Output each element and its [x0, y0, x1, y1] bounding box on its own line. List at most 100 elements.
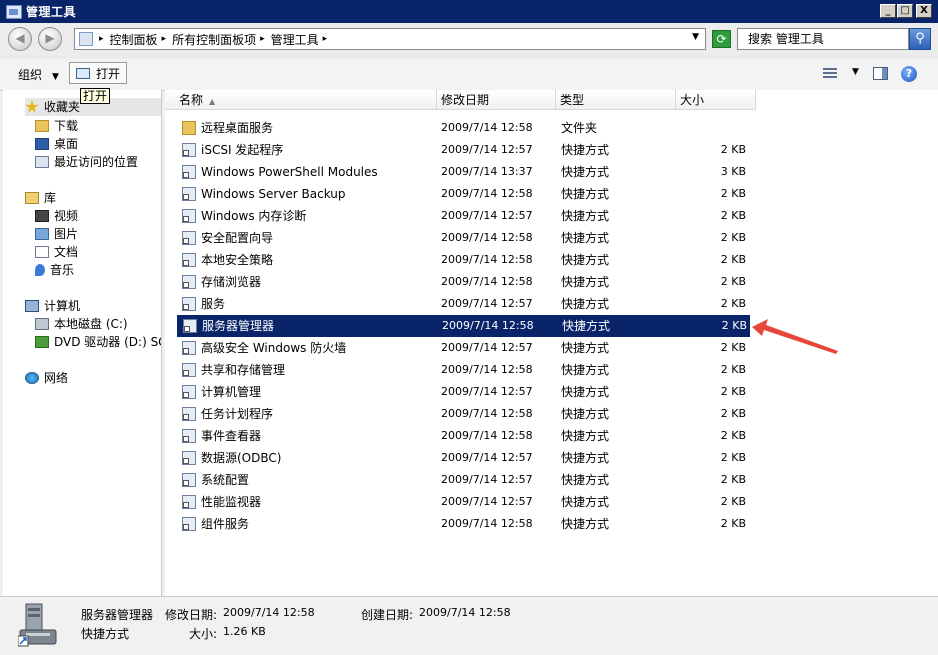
details-modified-label: 修改日期: — [165, 608, 218, 622]
chevron-down-icon[interactable]: ▼ — [852, 67, 859, 77]
file-date: 2009/7/14 12:57 — [441, 451, 533, 464]
file-size: 3 KB — [720, 165, 746, 178]
file-row[interactable]: 性能监视器 2009/7/14 12:57 快捷方式 2 KB — [176, 491, 936, 513]
minimize-button[interactable]: _ — [880, 4, 896, 18]
folder-icon — [182, 121, 196, 135]
nav-libraries[interactable]: 库 — [25, 189, 56, 207]
file-date: 2009/7/14 12:58 — [441, 187, 533, 200]
file-row[interactable]: iSCSI 发起程序 2009/7/14 12:57 快捷方式 2 KB — [176, 139, 936, 161]
details-pane: 服务器管理器 修改日期: 2009/7/14 12:58 创建日期: 2009/… — [0, 596, 938, 655]
close-button[interactable]: X — [916, 4, 932, 18]
file-name: 远程桌面服务 — [201, 121, 274, 135]
file-type: 快捷方式 — [561, 495, 610, 509]
shortcut-icon — [183, 319, 197, 333]
chevron-right-icon[interactable]: ▸ — [99, 34, 104, 44]
file-date: 2009/7/14 12:58 — [441, 363, 533, 376]
breadcrumb-control-panel[interactable]: 控制面板 — [110, 31, 158, 48]
file-name: 共享和存储管理 — [201, 363, 286, 377]
nav-network[interactable]: 网络 — [25, 369, 68, 387]
file-date: 2009/7/14 12:58 — [441, 429, 533, 442]
file-row[interactable]: 系统配置 2009/7/14 12:57 快捷方式 2 KB — [176, 469, 936, 491]
window-icon — [76, 67, 90, 79]
open-button[interactable]: 打开 — [69, 62, 127, 84]
file-size: 2 KB — [720, 187, 746, 200]
star-icon — [25, 100, 39, 113]
file-date: 2009/7/14 12:58 — [441, 517, 533, 530]
help-icon[interactable]: ? — [901, 66, 917, 82]
back-button[interactable]: ◀ — [8, 27, 32, 51]
file-name: 数据源(ODBC) — [201, 451, 282, 465]
document-icon — [35, 246, 49, 258]
preview-pane-icon[interactable] — [873, 67, 888, 80]
chevron-right-icon[interactable]: ▸ — [260, 34, 265, 44]
file-row[interactable]: 安全配置向导 2009/7/14 12:58 快捷方式 2 KB — [176, 227, 936, 249]
file-size: 2 KB — [720, 275, 746, 288]
nav-recent-places[interactable]: 最近访问的位置 — [35, 153, 138, 171]
details-size-label: 大小: — [189, 627, 218, 641]
forward-button[interactable]: ▶ — [38, 27, 62, 51]
file-row[interactable]: 事件查看器 2009/7/14 12:58 快捷方式 2 KB — [176, 425, 936, 447]
shortcut-icon — [182, 231, 196, 245]
file-row[interactable]: 共享和存储管理 2009/7/14 12:58 快捷方式 2 KB — [176, 359, 936, 381]
nav-pictures[interactable]: 图片 — [35, 225, 78, 243]
file-date: 2009/7/14 12:58 — [441, 407, 533, 420]
nav-music[interactable]: 音乐 — [35, 261, 74, 279]
file-row[interactable]: 组件服务 2009/7/14 12:58 快捷方式 2 KB — [176, 513, 936, 535]
file-row[interactable]: Windows PowerShell Modules 2009/7/14 13:3… — [176, 161, 936, 183]
file-row[interactable]: Windows Server Backup 2009/7/14 12:58 快捷方式… — [176, 183, 936, 205]
file-date: 2009/7/14 12:58 — [441, 253, 533, 266]
shortcut-icon — [182, 429, 196, 443]
view-options-icon[interactable] — [823, 68, 837, 80]
chevron-right-icon[interactable]: ▸ — [323, 34, 328, 44]
file-name: 服务器管理器 — [202, 319, 275, 333]
file-type: 文件夹 — [561, 121, 598, 135]
file-row[interactable]: 数据源(ODBC) 2009/7/14 12:57 快捷方式 2 KB — [176, 447, 936, 469]
nav-computer[interactable]: 计算机 — [25, 297, 80, 315]
nav-dvd-drive[interactable]: DVD 驱动器 (D:) SQ — [35, 333, 161, 351]
file-row[interactable]: 任务计划程序 2009/7/14 12:58 快捷方式 2 KB — [176, 403, 936, 425]
file-name: 服务 — [201, 297, 226, 311]
chevron-right-icon[interactable]: ▸ — [162, 34, 167, 44]
file-name: 本地安全策略 — [201, 253, 274, 267]
file-name: 任务计划程序 — [201, 407, 274, 421]
breadcrumb-all-items[interactable]: 所有控制面板项 — [172, 31, 256, 48]
file-type: 快捷方式 — [561, 473, 610, 487]
nav-desktop[interactable]: 桌面 — [35, 135, 78, 153]
nav-libraries-label: 库 — [44, 191, 57, 205]
title-bar[interactable]: 管理工具 _ □ X — [0, 0, 938, 23]
column-header-date[interactable]: 修改日期 — [437, 90, 556, 110]
file-type: 快捷方式 — [561, 429, 610, 443]
address-bar[interactable]: ▸ 控制面板 ▸ 所有控制面板项 ▸ 管理工具 ▸ ▼ — [74, 28, 706, 50]
chevron-down-icon[interactable]: ▼ — [692, 32, 699, 42]
breadcrumb-admin-tools[interactable]: 管理工具 — [271, 31, 319, 48]
file-row[interactable]: 本地安全策略 2009/7/14 12:58 快捷方式 2 KB — [176, 249, 936, 271]
nav-local-disk[interactable]: 本地磁盘 (C:) — [35, 315, 128, 333]
column-header-size[interactable]: 大小 — [676, 90, 756, 110]
nav-downloads[interactable]: 下载 — [35, 117, 78, 135]
file-row[interactable]: 服务 2009/7/14 12:57 快捷方式 2 KB — [176, 293, 936, 315]
tooltip: 打开 — [80, 88, 111, 104]
file-name: 安全配置向导 — [201, 231, 274, 245]
shortcut-icon — [182, 143, 196, 157]
column-header-name[interactable]: 名称 ▲ — [165, 90, 437, 110]
nav-videos[interactable]: 视频 — [35, 207, 78, 225]
file-row[interactable]: 计算机管理 2009/7/14 12:57 快捷方式 2 KB — [176, 381, 936, 403]
file-row[interactable]: Windows 内存诊断 2009/7/14 12:57 快捷方式 2 KB — [176, 205, 936, 227]
search-icon[interactable]: ⚲ — [909, 28, 931, 50]
hard-disk-icon — [35, 318, 49, 330]
nav-documents[interactable]: 文档 — [35, 243, 78, 261]
shortcut-icon — [182, 385, 196, 399]
file-row[interactable]: 远程桌面服务 2009/7/14 12:58 文件夹 — [176, 117, 936, 139]
maximize-button[interactable]: □ — [897, 4, 913, 18]
server-manager-icon — [18, 603, 57, 647]
refresh-button[interactable]: ⟳ — [712, 30, 731, 48]
file-size: 2 KB — [720, 451, 746, 464]
nav-local-disk-label: 本地磁盘 (C:) — [54, 317, 128, 331]
organize-button[interactable]: 组织 ▼ — [18, 66, 59, 83]
file-row[interactable]: 存储浏览器 2009/7/14 12:58 快捷方式 2 KB — [176, 271, 936, 293]
search-input[interactable]: 搜索 管理工具 — [737, 28, 909, 50]
column-header-type[interactable]: 类型 — [556, 90, 676, 110]
file-row[interactable]: 服务器管理器 2009/7/14 12:58 快捷方式 2 KB — [177, 315, 750, 337]
file-size: 2 KB — [720, 517, 746, 530]
file-type: 快捷方式 — [561, 253, 610, 267]
